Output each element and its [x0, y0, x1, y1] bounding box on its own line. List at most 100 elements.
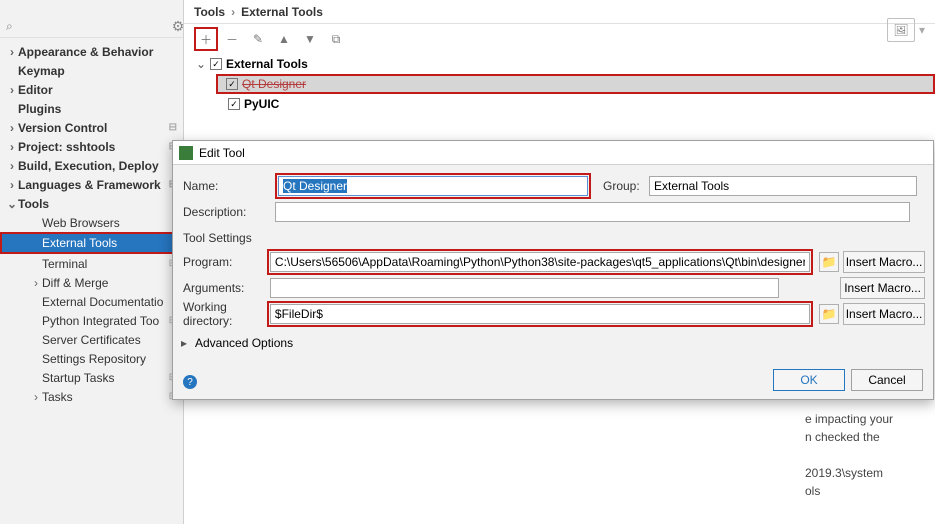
sidebar-item-label: Server Certificates: [42, 333, 141, 347]
add-button[interactable]: ＋: [194, 27, 218, 51]
browse-program-button[interactable]: 📁: [819, 252, 839, 272]
tool-settings-label: Tool Settings: [183, 231, 925, 245]
sidebar-tree: ›Appearance & BehaviorKeymap›EditorPlugi…: [0, 42, 183, 406]
sidebar-item[interactable]: External Tools: [0, 232, 183, 254]
sidebar-item[interactable]: ›Project: sshtools⊟: [0, 137, 183, 156]
chevron-right-icon: ▸: [181, 336, 195, 350]
sidebar-item[interactable]: Server Certificates: [0, 330, 183, 349]
arguments-label: Arguments:: [181, 281, 266, 295]
chevron-down-icon: ⌄: [196, 57, 210, 71]
dialog-body: Name: Group: Description: Tool Settings …: [173, 165, 933, 363]
sidebar-item[interactable]: ›Tasks⊟: [0, 387, 183, 406]
sidebar-item-label: External Tools: [42, 236, 117, 250]
tool-item-pyuic[interactable]: ✓ PyUIC: [218, 94, 935, 114]
sidebar-item[interactable]: External Documentatio: [0, 292, 183, 311]
hint-line: ols: [805, 482, 915, 500]
help-icon[interactable]: ?: [183, 375, 197, 389]
sidebar-item[interactable]: Python Integrated Too⊟: [0, 311, 183, 330]
insert-macro-program-button[interactable]: Insert Macro...: [843, 251, 925, 273]
sidebar-item[interactable]: ›Diff & Merge: [0, 273, 183, 292]
sidebar-item[interactable]: ›Build, Execution, Deploy: [0, 156, 183, 175]
gear-icon[interactable]: ⚙: [172, 18, 185, 35]
copy-button[interactable]: ⧉: [324, 27, 348, 51]
breadcrumb-sep: ›: [231, 5, 235, 19]
program-highlight: [267, 249, 813, 275]
tool-checkbox[interactable]: ✓: [226, 78, 238, 90]
program-label: Program:: [181, 255, 263, 269]
advanced-label: Advanced Options: [195, 336, 293, 350]
sidebar-item-label: Languages & Framework: [18, 178, 161, 192]
insert-macro-wd-button[interactable]: Insert Macro...: [843, 303, 925, 325]
sidebar-header: [0, 4, 183, 16]
hint-line: n checked the: [805, 428, 915, 446]
sidebar-item-label: Keymap: [18, 64, 65, 78]
sidebar-item-label: Appearance & Behavior: [18, 45, 153, 59]
insert-macro-arguments-button[interactable]: Insert Macro...: [840, 277, 925, 299]
sidebar-item-label: External Documentatio: [42, 295, 163, 309]
arguments-input[interactable]: [270, 278, 779, 298]
tools-toolbar: ＋ － ✎ ▲ ▼ ⧉: [184, 24, 935, 54]
group-input[interactable]: [649, 176, 917, 196]
hint-line: 2019.3\system: [805, 464, 915, 482]
chevron-right-icon: ›: [6, 121, 18, 135]
sidebar-item[interactable]: ›Editor: [0, 80, 183, 99]
name-highlight: [275, 173, 591, 199]
sidebar-item[interactable]: ›Languages & Framework⊟: [0, 175, 183, 194]
name-label: Name:: [181, 179, 271, 193]
sidebar-item[interactable]: Startup Tasks⊟: [0, 368, 183, 387]
sidebar-item[interactable]: Web Browsers: [0, 213, 183, 232]
breadcrumb-root[interactable]: Tools: [194, 5, 225, 19]
up-button[interactable]: ▲: [272, 27, 296, 51]
tool-checkbox[interactable]: ✓: [228, 98, 240, 110]
chevron-right-icon: ›: [6, 45, 18, 59]
chevron-right-icon: ›: [6, 178, 18, 192]
tool-item-qtdesigner[interactable]: ✓ Qt Designer: [216, 74, 935, 94]
sidebar-item-label: Version Control: [18, 121, 107, 135]
project-config-icon: ⊟: [169, 122, 177, 133]
sidebar-item[interactable]: Plugins: [0, 99, 183, 118]
dialog-footer: OK Cancel: [773, 369, 923, 391]
chevron-right-icon: ›: [30, 390, 42, 404]
image-icon[interactable]: 🖼: [887, 18, 915, 42]
group-label: External Tools: [226, 57, 308, 71]
desc-input[interactable]: [275, 202, 910, 222]
dialog-title-text: Edit Tool: [199, 146, 245, 160]
sidebar-item[interactable]: Terminal⊟: [0, 254, 183, 273]
sidebar-item[interactable]: Settings Repository: [0, 349, 183, 368]
cancel-button[interactable]: Cancel: [851, 369, 923, 391]
app-icon: [179, 146, 193, 160]
settings-sidebar: ⌕ ⚙ ›Appearance & BehaviorKeymap›EditorP…: [0, 0, 184, 524]
sidebar-item[interactable]: Keymap: [0, 61, 183, 80]
working-dir-label: Working directory:: [181, 300, 263, 328]
name-input[interactable]: [278, 176, 588, 196]
group-checkbox[interactable]: ✓: [210, 58, 222, 70]
ok-button[interactable]: OK: [773, 369, 845, 391]
hint-line: e impacting your: [805, 410, 915, 428]
breadcrumb: Tools › External Tools: [184, 0, 935, 24]
tools-group-row[interactable]: ⌄ ✓ External Tools: [196, 54, 935, 74]
edit-button[interactable]: ✎: [246, 27, 270, 51]
sidebar-item[interactable]: ›Appearance & Behavior: [0, 42, 183, 61]
sidebar-item-label: Startup Tasks: [42, 371, 114, 385]
browse-wd-button[interactable]: 📁: [819, 304, 839, 324]
sidebar-item-label: Terminal: [42, 257, 87, 271]
sidebar-item[interactable]: ›Version Control ⊟: [0, 118, 183, 137]
chevron-right-icon: ›: [6, 159, 18, 173]
down-button[interactable]: ▼: [298, 27, 322, 51]
sidebar-item-label: Project: sshtools: [18, 140, 115, 154]
top-right-toolbar: 🖼 ▾: [887, 18, 925, 42]
remove-button[interactable]: －: [220, 27, 244, 51]
sidebar-item-label: Tools: [18, 197, 49, 211]
sidebar-search-input[interactable]: [17, 20, 172, 34]
dropdown-icon[interactable]: ▾: [919, 23, 925, 37]
advanced-options-row[interactable]: ▸ Advanced Options: [181, 331, 925, 355]
chevron-right-icon: ›: [30, 276, 42, 290]
sidebar-item-label: Editor: [18, 83, 53, 97]
arguments-row: Arguments: Insert Macro...: [181, 275, 925, 301]
working-dir-input[interactable]: [270, 304, 810, 324]
desc-label: Description:: [181, 205, 271, 219]
sidebar-item[interactable]: ⌄Tools: [0, 194, 183, 213]
sidebar-item-label: Web Browsers: [42, 216, 120, 230]
program-input[interactable]: [270, 252, 810, 272]
chevron-right-icon: ›: [6, 83, 18, 97]
